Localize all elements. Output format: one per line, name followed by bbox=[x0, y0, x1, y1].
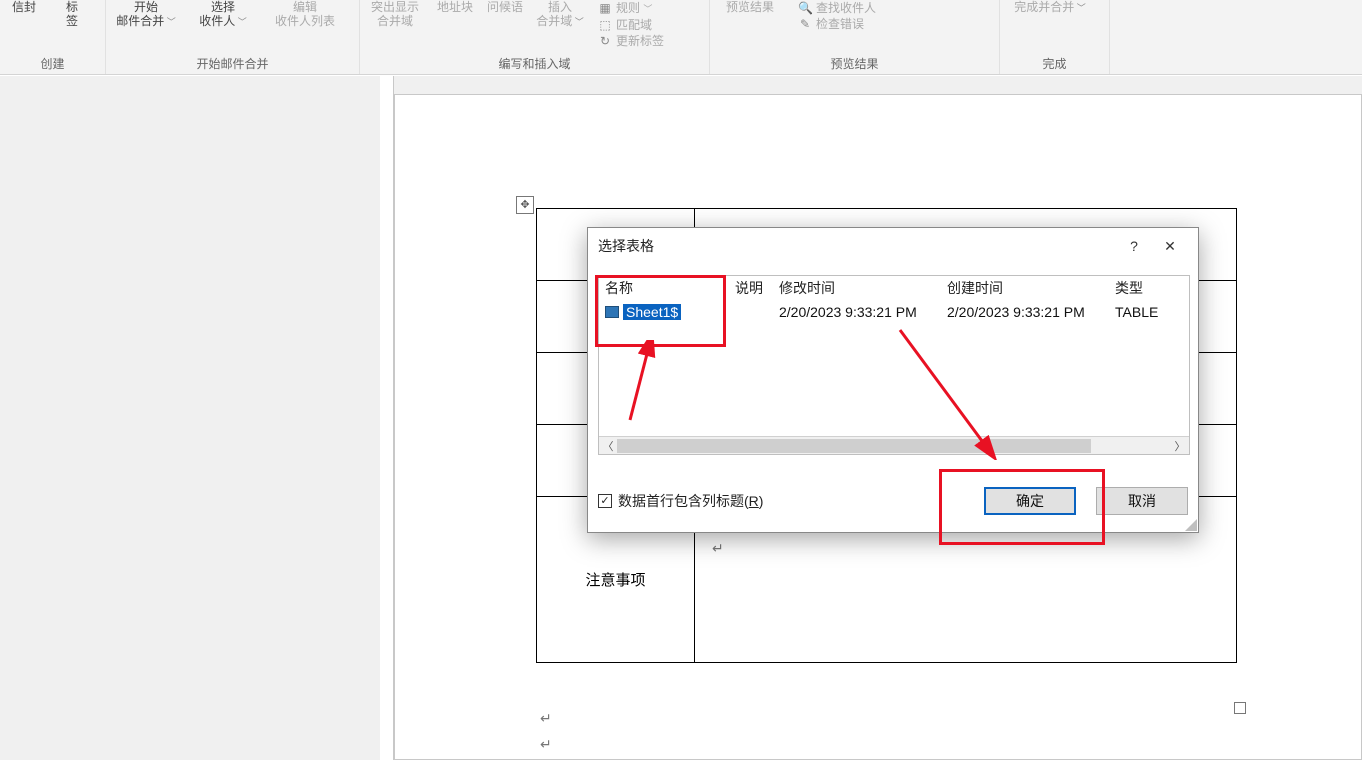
envelope-label: 信封 bbox=[12, 0, 36, 14]
greeting-line-label: 问候语 bbox=[487, 0, 523, 14]
col-name[interactable]: 名称 bbox=[599, 276, 729, 300]
rules-button[interactable]: ▦规则 ﹀ bbox=[598, 0, 652, 17]
col-modified[interactable]: 修改时间 bbox=[773, 276, 941, 300]
vertical-ruler bbox=[380, 76, 394, 760]
finish-merge-label: 完成并合并 bbox=[1014, 0, 1086, 15]
row-created: 2/20/2023 9:33:21 PM bbox=[941, 302, 1109, 322]
write-stack: ▦规则 ﹀ ⬚匹配域 ↻更新标签 bbox=[590, 0, 700, 49]
update-labels-button[interactable]: ↻更新标签 bbox=[598, 33, 664, 49]
ribbon-group-start: 开始 邮件合并 选择 收件人 编辑 收件人列表 开始邮件合并 bbox=[106, 0, 360, 74]
select-recipients-label: 选择 收件人 bbox=[199, 0, 247, 29]
highlight-fields-label: 突出显示 合并域 bbox=[371, 0, 419, 28]
checkbox-icon: ✓ bbox=[598, 494, 612, 508]
labels-label: 标 签 bbox=[66, 0, 78, 28]
preview-results-label: 预览结果 bbox=[726, 0, 774, 14]
ribbon-group-finish: 完成并合并 完成 bbox=[1000, 0, 1110, 74]
ribbon-group-write: 突出显示 合并域 地址块 问候语 插入 合并域 ▦规则 ﹀ ⬚匹配域 ↻更新标签… bbox=[360, 0, 710, 74]
first-row-headers-checkbox[interactable]: ✓ 数据首行包含列标题(R) bbox=[598, 491, 763, 511]
edit-recipients-label: 编辑 收件人列表 bbox=[275, 0, 335, 28]
address-block-button[interactable]: 地址块 bbox=[430, 0, 480, 14]
insert-merge-field-button[interactable]: 插入 合并域 bbox=[530, 0, 590, 29]
select-table-dialog: 选择表格 ? ✕ 名称 说明 修改时间 创建时间 类型 Sheet1$ 2/20… bbox=[587, 227, 1199, 533]
ribbon: 信封 标 签 创建 开始 邮件合并 选择 收件人 编辑 收件人列表 bbox=[0, 0, 1362, 75]
col-created[interactable]: 创建时间 bbox=[941, 276, 1109, 300]
preview-results-button[interactable]: 预览结果 bbox=[710, 0, 790, 14]
paragraph-mark-icon: ↵ bbox=[540, 736, 552, 753]
row-desc bbox=[729, 310, 773, 314]
highlight-fields-button[interactable]: 突出显示 合并域 bbox=[360, 0, 430, 28]
insert-merge-field-label: 插入 合并域 bbox=[536, 0, 584, 29]
group-start-label: 开始邮件合并 bbox=[106, 55, 359, 72]
start-merge-button[interactable]: 开始 邮件合并 bbox=[106, 0, 186, 29]
col-desc[interactable]: 说明 bbox=[729, 276, 773, 300]
row-type: TABLE bbox=[1109, 302, 1179, 322]
column-headers[interactable]: 名称 说明 修改时间 创建时间 类型 bbox=[599, 276, 1189, 300]
ribbon-group-create: 信封 标 签 创建 bbox=[0, 0, 106, 74]
dialog-footer: ✓ 数据首行包含列标题(R) 确定 取消 bbox=[598, 478, 1188, 524]
find-recipient-button[interactable]: 🔍查找收件人 bbox=[798, 0, 876, 16]
row-modified: 2/20/2023 9:33:21 PM bbox=[773, 302, 941, 322]
scroll-thumb[interactable] bbox=[617, 439, 1091, 453]
finish-merge-button[interactable]: 完成并合并 bbox=[1000, 0, 1100, 15]
table-resize-handle[interactable] bbox=[1234, 702, 1246, 714]
sheet-icon bbox=[605, 306, 619, 318]
ribbon-group-preview: 预览结果 🔍查找收件人 ✎检查错误 预览结果 bbox=[710, 0, 1000, 74]
ok-button[interactable]: 确定 bbox=[984, 487, 1076, 515]
cancel-button[interactable]: 取消 bbox=[1096, 487, 1188, 515]
horizontal-scrollbar[interactable]: 〈 〉 bbox=[599, 436, 1189, 454]
table-move-handle[interactable]: ✥ bbox=[516, 196, 534, 214]
help-icon[interactable]: ? bbox=[1116, 238, 1152, 254]
address-block-label: 地址块 bbox=[437, 0, 473, 14]
scroll-left-icon[interactable]: 〈 bbox=[599, 438, 617, 454]
group-write-label: 编写和插入域 bbox=[360, 55, 709, 72]
paragraph-mark-icon: ↵ bbox=[712, 540, 724, 557]
ribbon-groups: 信封 标 签 创建 开始 邮件合并 选择 收件人 编辑 收件人列表 bbox=[0, 0, 1362, 74]
group-create-label: 创建 bbox=[0, 55, 105, 72]
table-list[interactable]: 名称 说明 修改时间 创建时间 类型 Sheet1$ 2/20/2023 9:3… bbox=[598, 275, 1190, 455]
start-merge-label: 开始 邮件合并 bbox=[116, 0, 176, 29]
dialog-title: 选择表格 bbox=[598, 236, 1116, 256]
envelope-button[interactable]: 信封 bbox=[0, 0, 48, 14]
table-row-item[interactable]: Sheet1$ 2/20/2023 9:33:21 PM 2/20/2023 9… bbox=[599, 300, 1189, 324]
sheet-name: Sheet1$ bbox=[623, 304, 681, 320]
close-icon[interactable]: ✕ bbox=[1152, 238, 1188, 255]
dialog-resize-handle[interactable] bbox=[1183, 517, 1197, 531]
labels-button[interactable]: 标 签 bbox=[48, 0, 96, 28]
col-type[interactable]: 类型 bbox=[1109, 276, 1179, 300]
match-fields-button[interactable]: ⬚匹配域 bbox=[598, 17, 652, 33]
check-errors-button[interactable]: ✎检查错误 bbox=[798, 16, 864, 32]
checkbox-label: 数据首行包含列标题(R) bbox=[618, 491, 763, 511]
preview-stack: 🔍查找收件人 ✎检查错误 bbox=[790, 0, 990, 32]
group-finish-label: 完成 bbox=[1000, 55, 1109, 72]
dialog-titlebar[interactable]: 选择表格 ? ✕ bbox=[588, 228, 1198, 264]
paragraph-mark-icon: ↵ bbox=[540, 710, 552, 727]
greeting-line-button[interactable]: 问候语 bbox=[480, 0, 530, 14]
cell-text: 注意事项 bbox=[585, 573, 645, 589]
scroll-track-gap bbox=[1091, 439, 1171, 453]
select-recipients-button[interactable]: 选择 收件人 bbox=[186, 0, 260, 29]
scroll-right-icon[interactable]: 〉 bbox=[1171, 438, 1189, 454]
group-preview-label: 预览结果 bbox=[710, 55, 999, 72]
edit-recipients-button[interactable]: 编辑 收件人列表 bbox=[260, 0, 350, 28]
